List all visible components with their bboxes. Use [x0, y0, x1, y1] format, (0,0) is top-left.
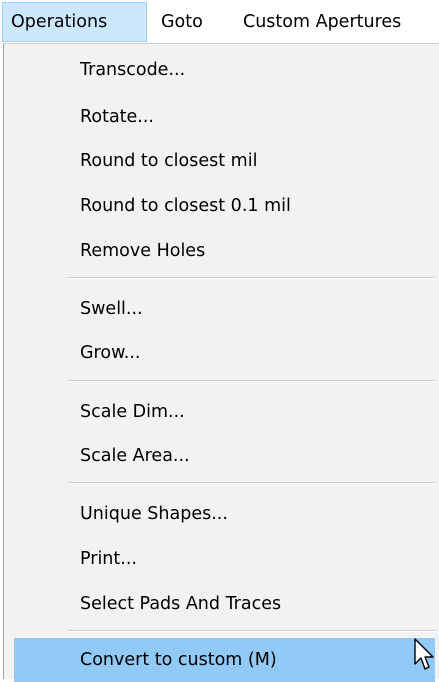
menu-item-select-pads-and-traces[interactable]: Select Pads And Traces [14, 582, 435, 626]
operations-dropdown-menu: Transcode... Rotate... Round to closest … [3, 43, 439, 682]
menu-item-label: Round to closest 0.1 mil [80, 196, 291, 216]
menu-item-grow[interactable]: Grow... [14, 331, 435, 375]
menu-separator [68, 380, 435, 382]
menu-item-rotate[interactable]: Rotate... [14, 95, 435, 139]
menu-item-label: Unique Shapes... [80, 504, 228, 524]
menu-item-label: Rotate... [80, 107, 154, 127]
menu-item-unique-shapes[interactable]: Unique Shapes... [14, 492, 435, 536]
menu-item-scale-area[interactable]: Scale Area... [14, 434, 435, 478]
menu-item-swell[interactable]: Swell... [14, 287, 435, 331]
menu-goto[interactable]: Goto [161, 2, 203, 42]
menu-item-transcode[interactable]: Transcode... [14, 48, 435, 92]
menu-item-label: Remove Holes [80, 241, 206, 261]
menu-item-label: Convert to custom (M) [80, 650, 277, 670]
menu-item-label: Round to closest mil [80, 151, 258, 171]
menu-item-label: Grow... [80, 343, 141, 363]
menu-separator [68, 277, 435, 279]
menu-custom-apertures[interactable]: Custom Apertures [243, 2, 401, 42]
menu-item-convert-to-custom[interactable]: Convert to custom (M) [14, 638, 435, 682]
menu-item-round-closest-mil[interactable]: Round to closest mil [14, 139, 435, 183]
menu-item-label: Select Pads And Traces [80, 594, 282, 614]
menu-item-label: Swell... [80, 299, 143, 319]
menu-item-scale-dim[interactable]: Scale Dim... [14, 390, 435, 434]
menu-separator [68, 482, 435, 484]
menu-item-round-closest-0-1-mil[interactable]: Round to closest 0.1 mil [14, 184, 435, 228]
menu-item-label: Print... [80, 549, 137, 569]
menu-item-label: Scale Area... [80, 446, 190, 466]
menu-operations[interactable]: Operations [2, 2, 147, 42]
menu-item-label: Scale Dim... [80, 402, 185, 422]
menu-separator [68, 630, 435, 632]
menu-item-remove-holes[interactable]: Remove Holes [14, 229, 435, 273]
menu-bar: Operations Goto Custom Apertures [0, 0, 439, 44]
menu-item-print[interactable]: Print... [14, 537, 435, 581]
menu-item-label: Transcode... [80, 60, 186, 80]
mouse-pointer-icon [414, 638, 434, 670]
